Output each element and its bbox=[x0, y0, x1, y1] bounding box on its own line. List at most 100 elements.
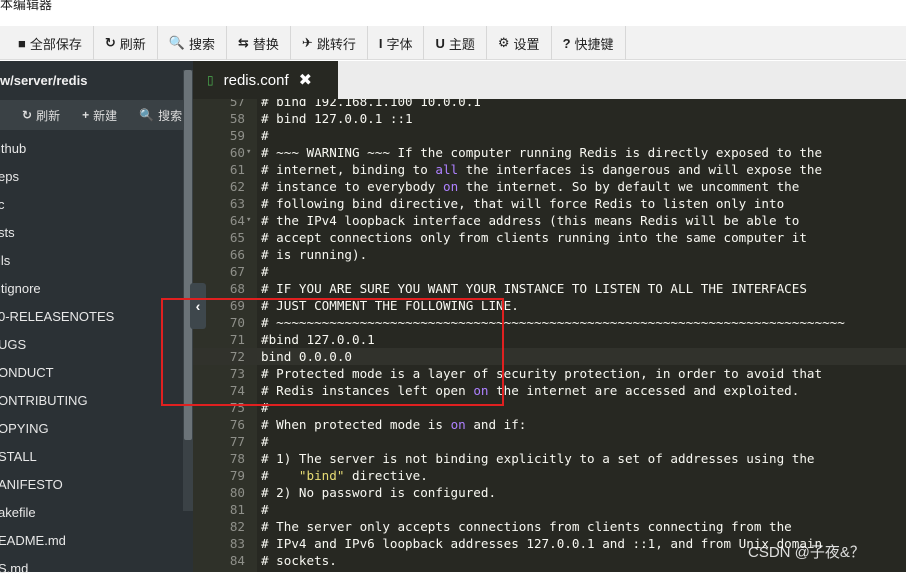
line-text: # instance to everybody on the internet.… bbox=[261, 179, 800, 194]
toolbar-button-save[interactable]: ■ 全部保存 bbox=[0, 26, 94, 60]
file-list-item[interactable]: OPYING bbox=[0, 415, 183, 443]
fold-arrow-icon[interactable]: ▾ bbox=[246, 144, 251, 161]
line-text: #bind 127.0.0.1 bbox=[261, 332, 375, 347]
line-text: # bind 127.0.0.1 ::1 bbox=[261, 111, 413, 126]
code-line[interactable]: 74 # Redis instances left open on the int… bbox=[193, 382, 906, 399]
file-list-item[interactable]: EADME.md bbox=[0, 527, 183, 555]
font-icon: I bbox=[378, 35, 383, 51]
toolbar-button-replace[interactable]: ⇆ 替换 bbox=[227, 26, 291, 60]
toolbar: ■ 全部保存 ↻ 刷新 🔍 搜索 ⇆ 替换 ✈ 跳转行 I 字体 U 主题 ⚙ 设置? 快捷键 bbox=[0, 26, 906, 60]
line-text: bind 0.0.0.0 bbox=[261, 349, 352, 364]
line-number: 64 bbox=[229, 213, 245, 228]
collapse-sidebar-button[interactable]: ‹ bbox=[190, 283, 206, 329]
tab-redis-conf[interactable]: ▯ redis.conf ✖ bbox=[193, 61, 338, 99]
toolbar-button-help[interactable]: ? 快捷键 bbox=[552, 26, 626, 60]
code-line[interactable]: 70 # ~~~~~~~~~~~~~~~~~~~~~~~~~~~~~~~~~~~~… bbox=[193, 314, 906, 331]
toolbar-button-label: 全部保存 bbox=[29, 36, 82, 52]
code-line[interactable]: 66 # is running). bbox=[193, 246, 906, 263]
line-number: 63 bbox=[229, 196, 245, 211]
line-number: 62 bbox=[229, 179, 245, 194]
line-number: 76 bbox=[229, 417, 245, 432]
file-list-item[interactable]: UGS bbox=[0, 331, 183, 359]
toolbar-button-gear[interactable]: ⚙ 设置 bbox=[487, 26, 552, 60]
sidebar-toolbar: ↻ 刷新 + 新建 🔍 搜索 bbox=[0, 100, 193, 130]
file-list-item[interactable]: ils bbox=[0, 247, 183, 275]
code-line[interactable]: 59 # bbox=[193, 127, 906, 144]
line-text: # the IPv4 loopback interface address (t… bbox=[261, 213, 800, 228]
code-line[interactable]: 76 # When protected mode is on and if: bbox=[193, 416, 906, 433]
code-line[interactable]: 78 # 1) The server is not binding explici… bbox=[193, 450, 906, 467]
line-text: # Redis instances left open on the inter… bbox=[261, 383, 800, 398]
toolbar-button-jump[interactable]: ✈ 跳转行 bbox=[291, 26, 368, 60]
window-title: 本编辑器 bbox=[0, 0, 53, 12]
code-line[interactable]: 58 # bind 127.0.0.1 ::1 bbox=[193, 110, 906, 127]
code-line[interactable]: 71 #bind 127.0.0.1 bbox=[193, 331, 906, 348]
sidebar-plus-button[interactable]: + 新建 bbox=[82, 107, 117, 124]
file-list-item[interactable]: itignore bbox=[0, 275, 183, 303]
line-text: # bbox=[261, 128, 269, 143]
file-list-item[interactable]: eps bbox=[0, 163, 183, 191]
toolbar-button-search[interactable]: 🔍 搜索 bbox=[158, 26, 227, 60]
sidebar-scrollbar-thumb[interactable] bbox=[184, 70, 192, 440]
code-line[interactable]: 67 # bbox=[193, 263, 906, 280]
toolbar-button-label: 跳转行 bbox=[316, 36, 356, 52]
gear-icon: ⚙ bbox=[497, 35, 510, 50]
file-list-item[interactable]: S.md bbox=[0, 555, 183, 583]
toolbar-button-font[interactable]: I 字体 bbox=[368, 26, 425, 60]
code-line[interactable]: 57 # bind 192.168.1.100 10.0.0.1 bbox=[193, 99, 906, 110]
code-line[interactable]: 81 # bbox=[193, 501, 906, 518]
file-list-item[interactable]: ONTRIBUTING bbox=[0, 387, 183, 415]
code-line[interactable]: 63 # following bind directive, that will … bbox=[193, 195, 906, 212]
code-line[interactable]: 75 # bbox=[193, 399, 906, 416]
file-list-item[interactable]: c bbox=[0, 191, 183, 219]
line-number: 58 bbox=[229, 111, 245, 126]
line-text: # 2) No password is configured. bbox=[261, 485, 497, 500]
line-text: # "bind" directive. bbox=[261, 468, 428, 483]
code-line[interactable]: 61 # internet, binding to all the interfa… bbox=[193, 161, 906, 178]
help-icon: ? bbox=[562, 35, 571, 51]
code-line[interactable]: 80 # 2) No password is configured. bbox=[193, 484, 906, 501]
code-line[interactable]: 72 bind 0.0.0.0 bbox=[193, 348, 906, 365]
toolbar-button-theme[interactable]: U 主题 bbox=[424, 26, 487, 60]
replace-icon: ⇆ bbox=[238, 35, 249, 50]
code-line[interactable]: 60 ▾ # ~~~ WARNING ~~~ If the computer run… bbox=[193, 144, 906, 161]
chevron-left-icon: ‹ bbox=[195, 298, 201, 314]
watermark: CSDN @子夜&？ bbox=[748, 544, 865, 561]
file-list-item[interactable]: ANIFESTO bbox=[0, 471, 183, 499]
file-list-item[interactable]: STALL bbox=[0, 443, 183, 471]
file-list-item[interactable]: sts bbox=[0, 219, 183, 247]
refresh-icon: ↻ bbox=[104, 35, 116, 50]
line-number: 71 bbox=[229, 332, 245, 347]
toolbar-button-label: 主题 bbox=[448, 36, 475, 52]
toolbar-button-label: 设置 bbox=[513, 36, 540, 52]
line-text: # accept connections only from clients r… bbox=[261, 230, 807, 245]
sidebar-refresh-button[interactable]: ↻ 刷新 bbox=[22, 107, 60, 124]
code-line[interactable]: 68 # IF YOU ARE SURE YOU WANT YOUR INSTAN… bbox=[193, 280, 906, 297]
tab-label: redis.conf bbox=[223, 71, 289, 89]
code-line[interactable]: 64 ▾ # the IPv4 loopback interface address… bbox=[193, 212, 906, 229]
close-icon[interactable]: ✖ bbox=[299, 70, 312, 90]
code-editor[interactable]: 57 # bind 192.168.1.100 10.0.0.1 58 # bind … bbox=[193, 99, 906, 572]
code-line[interactable]: 69 # JUST COMMENT THE FOLLOWING LINE. bbox=[193, 297, 906, 314]
toolbar-button-refresh[interactable]: ↻ 刷新 bbox=[94, 26, 158, 60]
file-list-item[interactable]: ONDUCT bbox=[0, 359, 183, 387]
code-line[interactable]: 79 # "bind" directive. bbox=[193, 467, 906, 484]
line-text: # IF YOU ARE SURE YOU WANT YOUR INSTANCE… bbox=[261, 281, 807, 296]
code-line[interactable]: 82 # The server only accepts connections … bbox=[193, 518, 906, 535]
line-text: # The server only accepts connections fr… bbox=[261, 519, 792, 534]
toolbar-button-label: 替换 bbox=[252, 36, 279, 52]
code-line[interactable]: 73 # Protected mode is a layer of securit… bbox=[193, 365, 906, 382]
sidebar-search-button[interactable]: 🔍 搜索 bbox=[139, 107, 182, 124]
line-number: 80 bbox=[229, 485, 245, 500]
code-line[interactable]: 77 # bbox=[193, 433, 906, 450]
line-number: 83 bbox=[229, 536, 245, 551]
file-list-item[interactable]: ithub bbox=[0, 135, 183, 163]
file-list-item[interactable]: 0-RELEASENOTES bbox=[0, 303, 183, 331]
code-line[interactable]: 62 # instance to everybody on the interne… bbox=[193, 178, 906, 195]
file-list-item[interactable]: akefile bbox=[0, 499, 183, 527]
line-number: 84 bbox=[229, 553, 245, 568]
line-number: 74 bbox=[229, 383, 245, 398]
fold-arrow-icon[interactable]: ▾ bbox=[246, 212, 251, 229]
line-number: 82 bbox=[229, 519, 245, 534]
code-line[interactable]: 65 # accept connections only from clients… bbox=[193, 229, 906, 246]
